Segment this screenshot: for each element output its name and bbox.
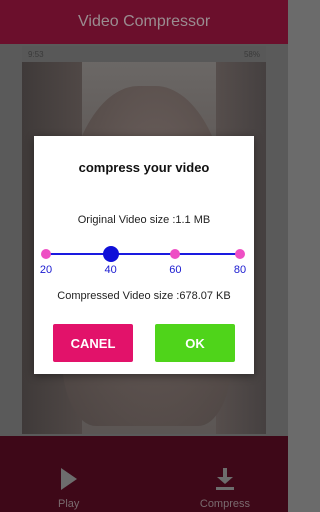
- compressed-size-text: Compressed Video size :678.07 KB: [57, 290, 231, 302]
- slider-label-20: 20: [39, 264, 53, 276]
- slider-labels: 20 40 60 80: [40, 264, 246, 278]
- slider-step-80[interactable]: [235, 249, 245, 259]
- status-battery: 58%: [243, 49, 260, 59]
- slider-step-60[interactable]: [170, 249, 181, 259]
- compress-label: Compress: [199, 498, 250, 510]
- ok-button[interactable]: OK: [155, 324, 235, 362]
- app-bar: Video Compressor: [0, 0, 288, 44]
- compression-slider[interactable]: [41, 246, 245, 262]
- slider-label-60: 60: [169, 264, 182, 276]
- compress-dialog: compress your video Original Video size …: [34, 136, 254, 374]
- play-label: Play: [58, 498, 80, 510]
- play-icon: [60, 468, 77, 490]
- slider-track[interactable]: [46, 253, 240, 255]
- slider-label-40: 40: [104, 264, 117, 276]
- bottom-bar: Play Compress: [0, 436, 288, 512]
- preview-status-bar: 9:53 58%: [22, 46, 266, 62]
- dialog-title: compress your video: [78, 160, 210, 175]
- status-time: 9:53: [28, 49, 44, 59]
- compress-button[interactable]: Compress: [200, 468, 250, 510]
- download-icon: [215, 468, 234, 490]
- slider-step-20[interactable]: [41, 249, 51, 259]
- app-title: Video Compressor: [78, 13, 211, 30]
- slider-thumb[interactable]: [102, 246, 119, 262]
- slider-label-80: 80: [233, 264, 247, 276]
- play-button[interactable]: Play: [58, 468, 79, 510]
- cancel-button[interactable]: CANEL: [53, 324, 133, 362]
- original-size-text: Original Video size :1.1 MB: [77, 214, 211, 226]
